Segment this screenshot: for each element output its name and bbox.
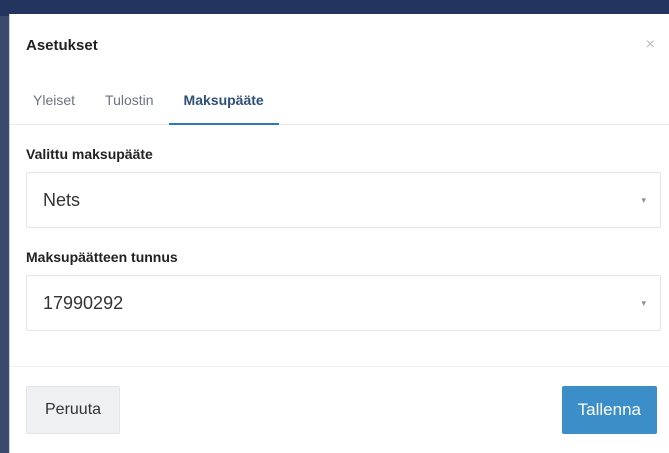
dialog-footer: Peruuta Tallenna xyxy=(10,366,669,453)
tab-maksupaate[interactable]: Maksupääte xyxy=(168,76,279,125)
save-button[interactable]: Tallenna xyxy=(561,386,657,434)
terminal-id-value: 17990292 xyxy=(43,292,124,313)
chevron-down-icon: ▾ xyxy=(641,297,646,308)
chevron-down-icon: ▾ xyxy=(641,194,646,205)
cancel-button[interactable]: Peruuta xyxy=(26,386,121,434)
terminal-id-label: Maksupäätteen tunnus xyxy=(26,249,178,265)
settings-tabs: Yleiset Tulostin Maksupääte xyxy=(10,76,669,125)
payment-terminal-form: Valittu maksupääte Nets ▾ Maksupäätteen … xyxy=(10,146,669,331)
terminal-id-select[interactable]: 17990292 ▾ xyxy=(26,275,661,331)
close-icon[interactable]: × xyxy=(646,37,655,53)
tab-tulostin[interactable]: Tulostin xyxy=(90,76,169,124)
dialog-title: Asetukset xyxy=(26,36,98,54)
dialog-header: Asetukset × xyxy=(10,14,669,76)
terminal-select[interactable]: Nets ▾ xyxy=(26,172,661,228)
settings-dialog: Asetukset × Yleiset Tulostin Maksupääte … xyxy=(9,14,669,453)
tab-yleiset[interactable]: Yleiset xyxy=(18,76,90,124)
terminal-select-label: Valittu maksupääte xyxy=(26,146,153,162)
terminal-select-value: Nets xyxy=(43,189,81,210)
